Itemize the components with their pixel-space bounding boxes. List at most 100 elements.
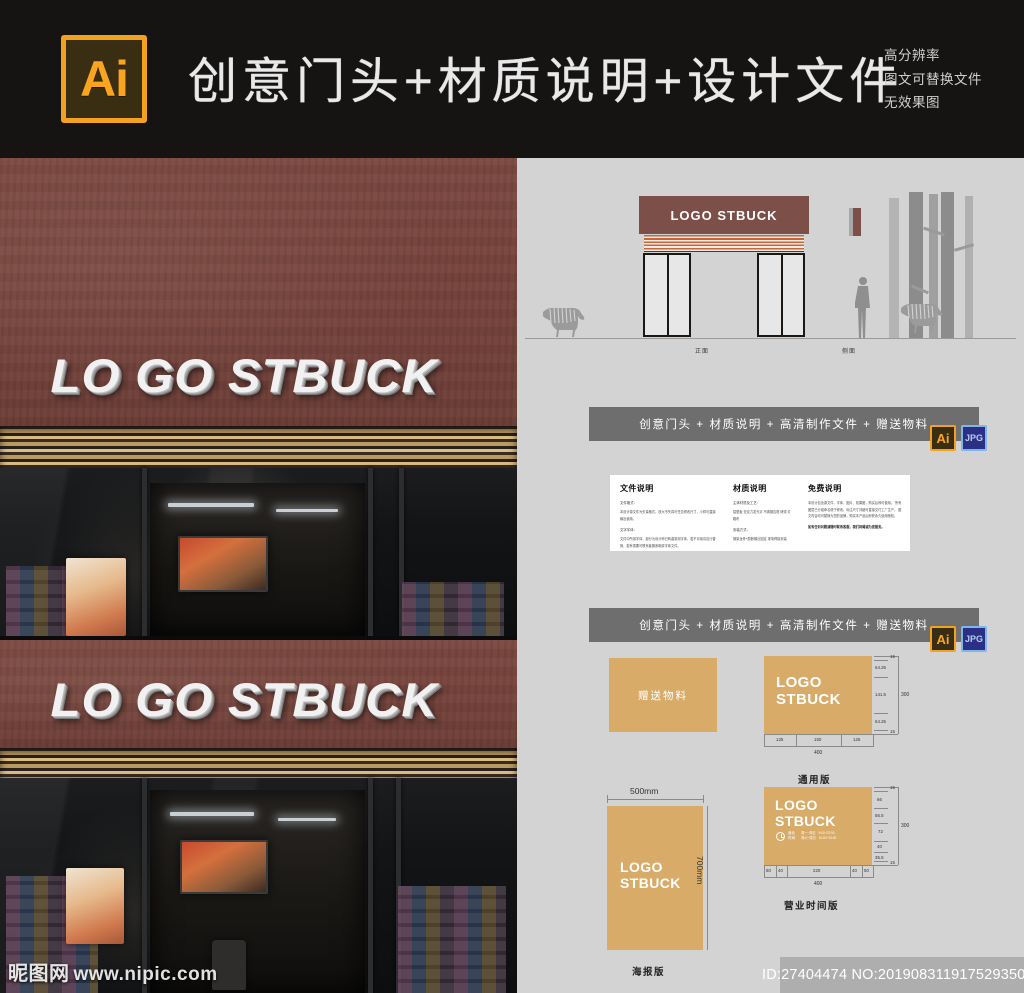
person-silhouette <box>854 276 871 338</box>
elevation-awning <box>644 235 804 252</box>
feature-banner-2: 创意门头 + 材质说明 + 高清制作文件 + 赠送物料 <box>589 608 979 642</box>
dim-h-h3: 40 <box>852 868 857 873</box>
dim-h-v3: 72 <box>878 829 883 834</box>
sign-hours-swatch: LOGO STBUCK 营业 时间 周一~周五 9:00~22:00 周六~周日… <box>764 787 872 865</box>
door-leaf-divider <box>781 255 783 335</box>
storefront-photo-top: LO GO STBUCK <box>0 158 517 636</box>
dim-u-v2: 141.5 <box>875 692 886 697</box>
info-body: 本设计源文件为矢量格式，放大不失真可任意修改尺寸，小样可直接输出使用。 <box>620 510 716 522</box>
zebra-silhouette-right <box>897 298 945 334</box>
dim-h-htotal: 400 <box>814 881 823 887</box>
ai-format-badge: Ai <box>930 425 956 451</box>
window-mullion <box>368 778 373 993</box>
dim-h-v5: 35.5 <box>875 855 884 860</box>
info-column-material: 材质说明 主体材质及工艺： 铝塑板 亚克力发光字 不锈钢边框 烤漆 灯箱布 安装… <box>723 475 798 551</box>
logo-line-2: STBUCK <box>620 875 681 892</box>
spec-panel: LOGO STBUCK 正面 侧面 创意门头 + 材质说明 + 高清制作文件 +… <box>517 158 1024 993</box>
info-body-highlight: 如有任何问题请随时联系客服，我们将竭诚为您服务。 <box>808 525 885 530</box>
dim-u-v1: 64.25 <box>875 665 886 670</box>
illustrator-logo-icon: Ai <box>61 35 147 123</box>
sign-hours-logo: LOGO STBUCK <box>775 797 836 829</box>
hours-row1-days: 周一~周五 <box>801 831 816 836</box>
awning-louvre <box>0 426 517 468</box>
watermark: 昵图网 www.nipic.com <box>8 957 218 986</box>
dim-h-v2: 56.5 <box>875 813 884 818</box>
food-poster <box>66 558 126 636</box>
dim-u-v0: 15 <box>890 654 895 659</box>
menu-lightbox <box>180 840 268 894</box>
tree-trunk <box>965 196 973 338</box>
part-label-poster: 海报版 <box>632 967 666 978</box>
dim-h-h0: 50 <box>766 868 771 873</box>
ai-badge-label: Ai <box>80 51 129 107</box>
storefront-photo-bottom: LO GO STBUCK <box>0 640 517 993</box>
poster-wall-right <box>402 582 504 636</box>
feature-banner-1: 创意门头 + 材质说明 + 高清制作文件 + 赠送物料 <box>589 407 979 441</box>
info-heading-material: 材质说明 <box>733 484 767 493</box>
dim-u-v4: 15 <box>890 729 895 734</box>
ceiling-light <box>278 818 336 821</box>
dim-u-h1: 150 <box>814 737 822 742</box>
hours-title: 营业 时间 <box>788 831 795 842</box>
format-badges-1: Ai JPG <box>930 425 987 451</box>
part-label-hours: 营业时间版 <box>784 901 840 912</box>
info-sub: 文字字体： <box>620 527 637 532</box>
info-body: 本设计包含源文件、字体、图片、效果图，购买后即可使用。 所有图层已分组命名便于修… <box>808 501 902 519</box>
ceiling-light <box>168 503 254 507</box>
logo-line-2: STBUCK <box>776 691 841 709</box>
giveaway-swatch: 赠送物料 <box>609 658 717 732</box>
label-front-view: 正面 <box>695 349 710 355</box>
id-footer-bar: ID:27404474 NO:20190831191752935000 <box>762 957 1024 993</box>
watermark-url: www.nipic.com <box>73 964 218 985</box>
sign-universal-logo: LOGO STBUCK <box>776 674 841 709</box>
sign-poster-swatch: LOGO STBUCK <box>607 806 703 950</box>
hours-row2-days: 周六~周日 <box>801 836 816 841</box>
info-card: 文件说明 文件格式： 本设计源文件为矢量格式，放大不失真可任意修改尺寸，小样可直… <box>610 475 910 551</box>
elevation-scene: LOGO STBUCK 正面 侧面 <box>517 158 1024 363</box>
hours-title-line2: 时间 <box>788 836 796 841</box>
window-mullion <box>142 468 147 636</box>
format-badges-2: Ai JPG <box>930 626 987 652</box>
logo-line-1: LOGO <box>620 859 663 875</box>
poster-wall-right <box>398 886 506 993</box>
zebra-silhouette-left <box>539 302 587 338</box>
business-hours-block: 营业 时间 周一~周五 9:00~22:00 周六~周日 10:00~23:00 <box>776 831 836 842</box>
header-notes: 高分辨率 图文可替换文件 无效果图 <box>884 44 982 115</box>
info-column-files: 文件说明 文件格式： 本设计源文件为矢量格式，放大不失真可任意修改尺寸，小样可直… <box>610 475 723 551</box>
label-side-view: 侧面 <box>842 349 857 355</box>
ceiling-light <box>170 812 254 816</box>
door-leaf-divider <box>667 255 669 335</box>
feature-banner-text: 创意门头 + 材质说明 + 高清制作文件 + 赠送物料 <box>639 419 929 431</box>
info-body: 铝塑板 亚克力发光字 不锈钢边框 烤漆 灯箱布 <box>733 510 791 522</box>
dim-u-h2: 125 <box>853 737 861 742</box>
dim-h-v1: 66 <box>877 797 882 802</box>
dim-u-htotal: 400 <box>814 750 823 756</box>
page-root: Ai 创意门头+材质说明+设计文件 高分辨率 图文可替换文件 无效果图 LO G… <box>0 0 1024 993</box>
logo-line-1: LOGO <box>776 674 822 691</box>
info-body: 文件中所用字体，部分为设计师已转曲常用字体，若不可用请自行替换，若有需要可联系客… <box>620 537 716 549</box>
info-sub: 文件格式： <box>620 501 637 505</box>
dim-h-h2: 220 <box>813 868 821 873</box>
info-body: 钢架龙骨+膨胀螺丝固定 现场焊接安装 <box>733 537 787 542</box>
part-label-universal: 通用版 <box>798 775 832 786</box>
storefront-sign-text-top: LO GO STBUCK <box>50 349 438 402</box>
info-sub: 安装方式： <box>733 527 750 532</box>
poster-width-label: 500mm <box>630 786 659 796</box>
elevation-door-right <box>757 253 805 337</box>
dim-u-h0: 125 <box>776 737 784 742</box>
ceiling-light <box>276 509 338 512</box>
logo-line-2: STBUCK <box>775 813 836 830</box>
hours-rows: 周一~周五 9:00~22:00 周六~周日 10:00~23:00 <box>801 831 836 841</box>
dim-h-v0: 15 <box>890 785 895 790</box>
storefront-elevation: LOGO STBUCK <box>639 196 809 338</box>
photo-column: LO GO STBUCK LO GO STBUCK 昵图网 www.nipic.… <box>0 158 517 993</box>
hours-row1-time: 9:00~22:00 <box>818 831 835 836</box>
elevation-door-left <box>643 253 691 337</box>
jpg-format-badge: JPG <box>961 626 987 652</box>
header-note-2: 无效果图 <box>884 95 940 110</box>
jpg-format-badge: JPG <box>961 425 987 451</box>
sign-universal-swatch: LOGO STBUCK <box>764 656 872 734</box>
page-title: 创意门头+材质说明+设计文件 <box>188 55 904 109</box>
dim-h-vtotal: 300 <box>901 823 910 829</box>
header-note-0: 高分辨率 <box>884 48 940 63</box>
